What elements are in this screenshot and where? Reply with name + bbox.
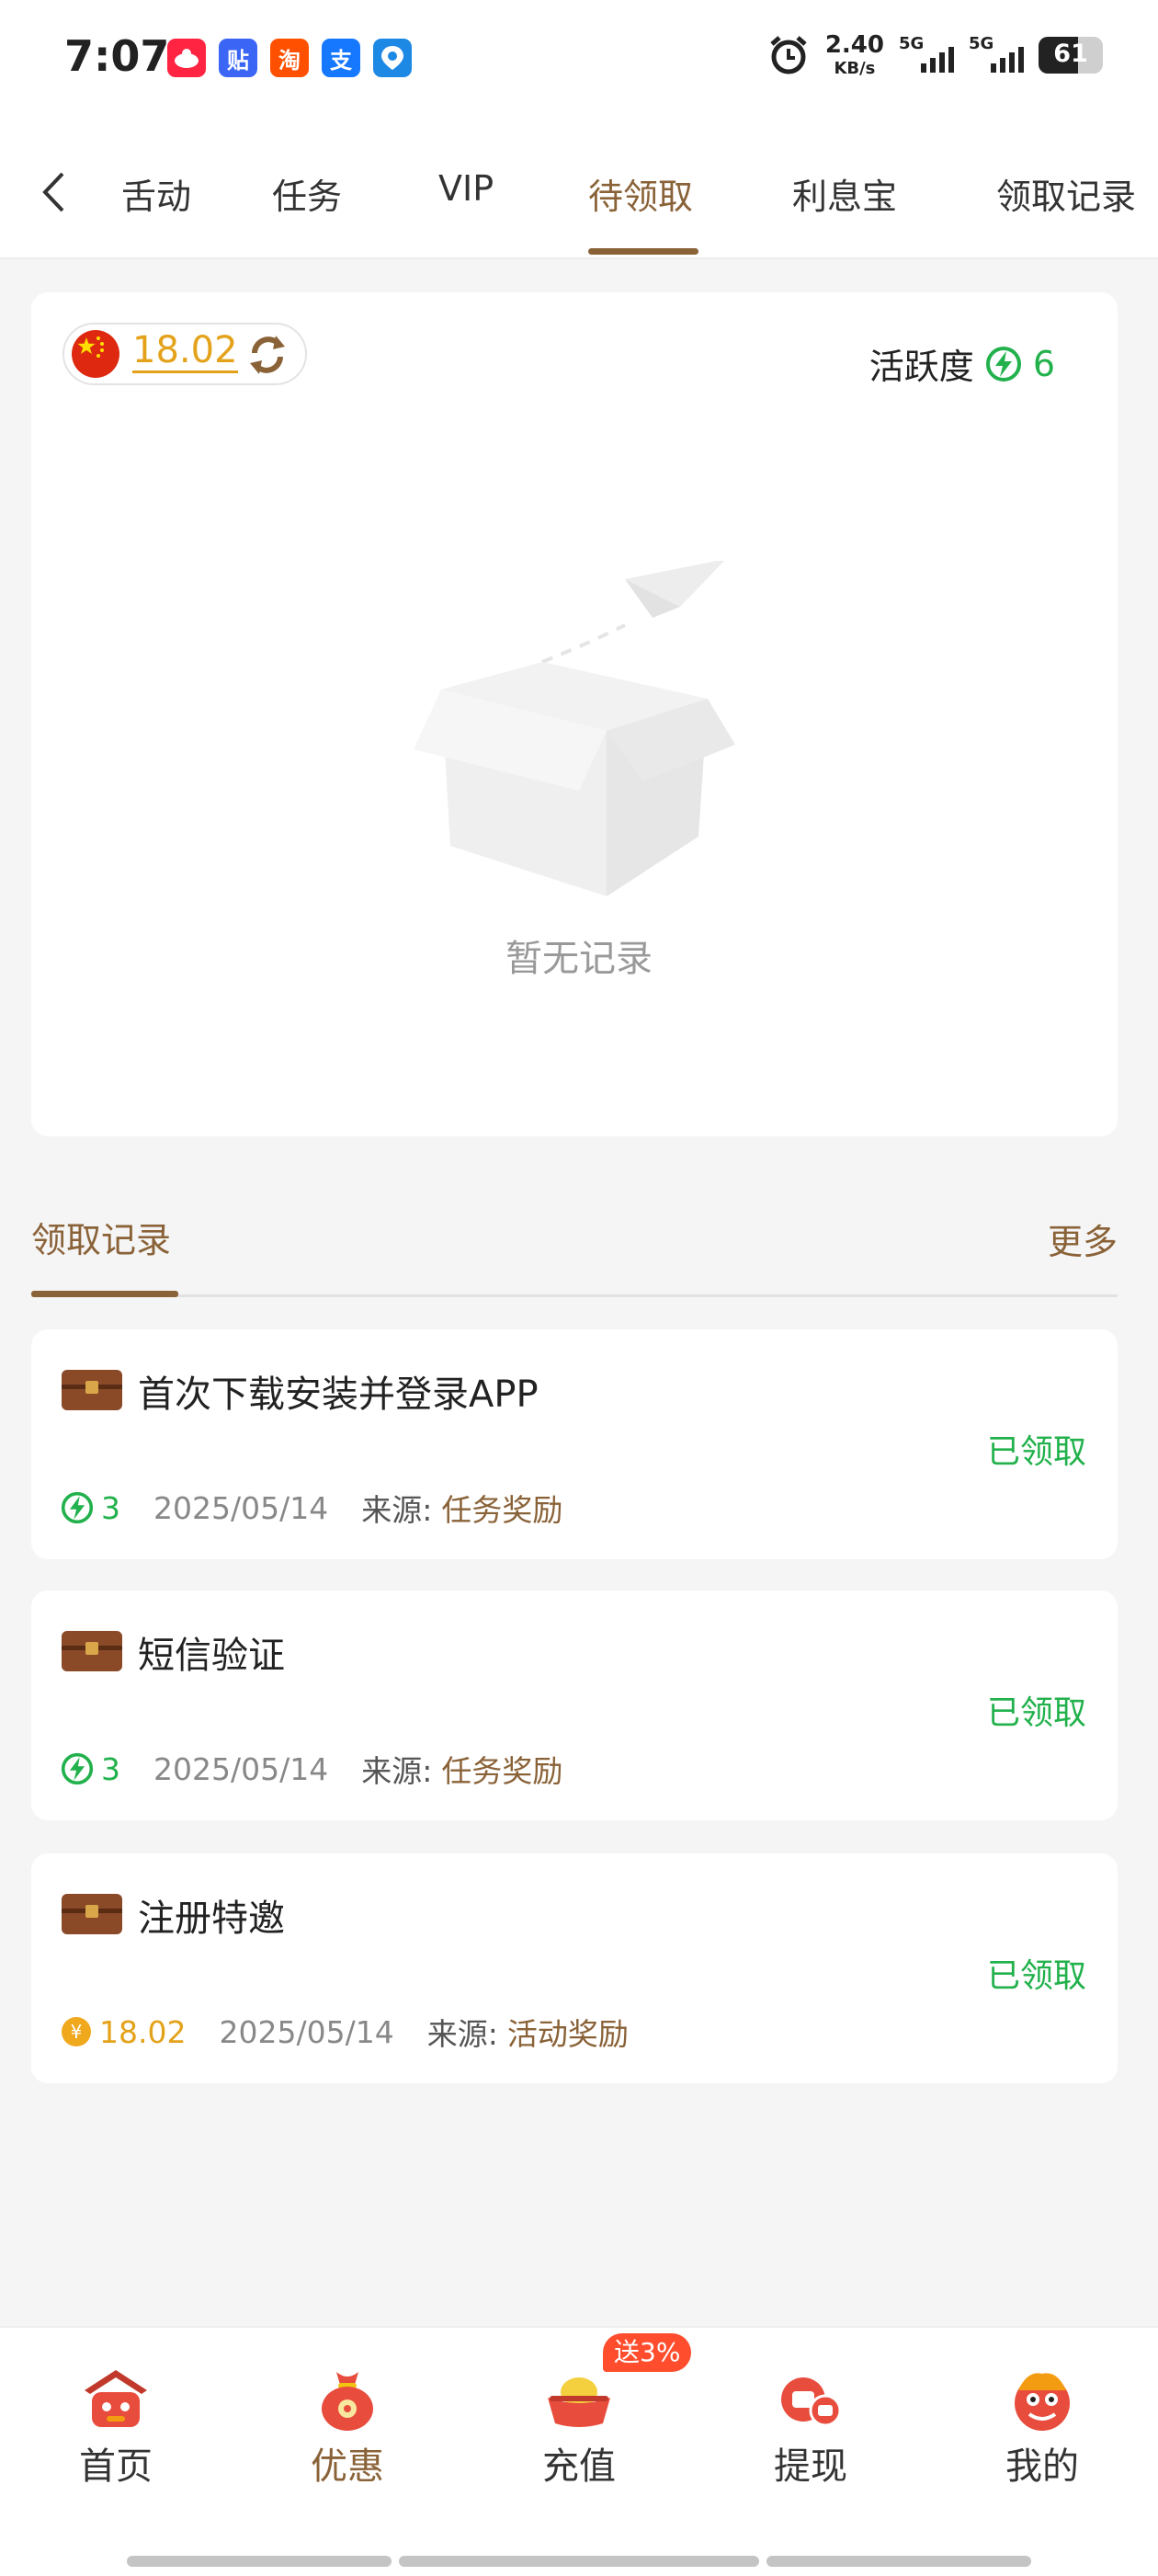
status-time: 7:07	[64, 31, 170, 81]
chevron-left-icon	[42, 172, 64, 212]
recharge-bonus-badge: 送3%	[603, 2333, 692, 2372]
yuan-coin-icon: ¥	[62, 2017, 91, 2046]
activity-score: 活跃度 6	[869, 338, 1055, 389]
gesture-bar	[399, 2556, 759, 2567]
record-date: 2025/05/14	[219, 2013, 394, 2050]
top-tab-bar: 舌动 任务 VIP 待领取 利息宝 领取记录	[0, 124, 1158, 259]
balance-amount: 18.02	[132, 329, 238, 373]
nav-recharge-label: 充值	[542, 2445, 616, 2488]
record-item: 注册特邀 已领取 ¥ 18.02 2025/05/14 来源: 活动奖励	[31, 1853, 1118, 2083]
lightning-icon	[61, 1752, 94, 1785]
nav-profile[interactable]: 我的	[969, 2363, 1116, 2490]
recharge-ingot-icon	[548, 2377, 610, 2427]
network-speed: 2.40 KB/s	[825, 33, 884, 77]
nav-withdraw-label: 提现	[774, 2445, 847, 2488]
tab-tasks[interactable]: 任务	[272, 168, 342, 219]
record-name: 短信验证	[138, 1635, 285, 1677]
empty-box-icon	[414, 561, 735, 896]
treasure-chest-icon	[62, 1370, 122, 1410]
bottom-nav: 首页 优惠 充值 提现 我的	[0, 2326, 1158, 2576]
lightning-icon	[985, 346, 1021, 382]
record-name: 注册特邀	[138, 1898, 285, 1940]
record-source: 任务奖励	[441, 1753, 563, 1789]
record-amount: 18.02	[99, 2013, 187, 2050]
record-name: 首次下载安装并登录APP	[138, 1373, 539, 1416]
taobao-icon: 淘	[270, 39, 309, 77]
record-source-label: 来源:	[361, 1753, 433, 1789]
record-source: 活动奖励	[506, 2016, 629, 2052]
record-status: 已领取	[986, 1957, 1086, 1995]
signal-icon: 5G	[899, 34, 954, 76]
location-app-icon	[373, 39, 412, 77]
record-item: 短信验证 已领取 3 2025/05/14 来源: 任务奖励	[31, 1590, 1118, 1820]
treasure-chest-icon	[62, 1631, 122, 1671]
nav-discount-label: 优惠	[311, 2445, 384, 2488]
alipay-icon: 支	[322, 39, 360, 77]
record-meta: 3 2025/05/14 来源: 任务奖励	[61, 1747, 562, 1791]
gesture-bar	[766, 2556, 1031, 2567]
refresh-icon[interactable]	[243, 330, 292, 380]
battery-level: 61	[1053, 40, 1088, 68]
balance-pill[interactable]: 18.02	[62, 323, 307, 385]
battery-icon: 61	[1039, 37, 1103, 74]
record-date: 2025/05/14	[153, 1489, 329, 1526]
record-points: 3	[101, 1489, 120, 1526]
notification-app-icons: 贴 淘 支	[167, 39, 412, 77]
records-divider	[31, 1294, 1118, 1297]
records-tab-title[interactable]: 领取记录	[31, 1212, 171, 1262]
back-button[interactable]	[28, 166, 79, 218]
net-speed-unit: KB/s	[834, 59, 876, 78]
activity-label: 活跃度	[868, 347, 974, 387]
nav-profile-label: 我的	[1005, 2445, 1079, 2488]
record-source-label: 来源:	[361, 1492, 433, 1528]
record-status: 已领取	[986, 1694, 1086, 1732]
record-source-label: 来源:	[426, 2016, 498, 2052]
nav-discount[interactable]: 优惠	[274, 2363, 421, 2490]
svg-text:¥: ¥	[71, 2021, 83, 2043]
status-right: 2.40 KB/s 5G 5G 61	[766, 33, 1103, 77]
activity-value: 6	[1032, 343, 1055, 384]
home-icon	[85, 2370, 147, 2427]
tab-activity[interactable]: 舌动	[121, 168, 191, 219]
china-flag-icon	[72, 330, 119, 378]
tab-records[interactable]: 领取记录	[996, 168, 1136, 219]
tab-vip[interactable]: VIP	[438, 168, 494, 209]
empty-state-text: 暂无记录	[505, 938, 653, 980]
treasure-chest-icon	[62, 1894, 122, 1934]
more-link[interactable]: 更多	[1048, 1214, 1118, 1264]
profile-lion-icon	[1015, 2373, 1070, 2431]
alarm-icon	[770, 36, 807, 74]
record-meta: 3 2025/05/14 来源: 任务奖励	[61, 1486, 562, 1530]
net-speed-value: 2.40	[824, 31, 884, 59]
nav-withdraw[interactable]: 提现	[737, 2363, 884, 2490]
withdraw-icon	[781, 2377, 842, 2427]
records-tab-indicator	[31, 1291, 178, 1297]
tab-active-indicator	[588, 248, 698, 255]
nav-recharge[interactable]: 充值	[505, 2363, 653, 2490]
record-status: 已领取	[986, 1433, 1086, 1471]
signal-icon-2: 5G	[969, 34, 1024, 76]
record-source: 任务奖励	[441, 1492, 563, 1528]
xiaohongshu-icon	[167, 39, 206, 77]
lightning-icon	[61, 1491, 94, 1524]
tab-pending[interactable]: 待领取	[588, 168, 693, 219]
record-date: 2025/05/14	[153, 1750, 329, 1787]
record-points: 3	[101, 1750, 120, 1787]
nav-home[interactable]: 首页	[42, 2363, 189, 2490]
nav-home-label: 首页	[79, 2445, 153, 2488]
record-item: 首次下载安装并登录APP 已领取 3 2025/05/14 来源: 任务奖励	[31, 1329, 1118, 1559]
tab-interest[interactable]: 利息宝	[792, 168, 897, 219]
tieba-icon: 贴	[219, 39, 257, 77]
discount-bag-icon	[322, 2372, 373, 2431]
status-bar: 7:07 贴 淘 支 2.40 KB/s 5G 5G 61	[0, 0, 1158, 124]
gesture-bar	[127, 2556, 392, 2567]
record-meta: ¥ 18.02 2025/05/14 来源: 活动奖励	[61, 2010, 629, 2054]
